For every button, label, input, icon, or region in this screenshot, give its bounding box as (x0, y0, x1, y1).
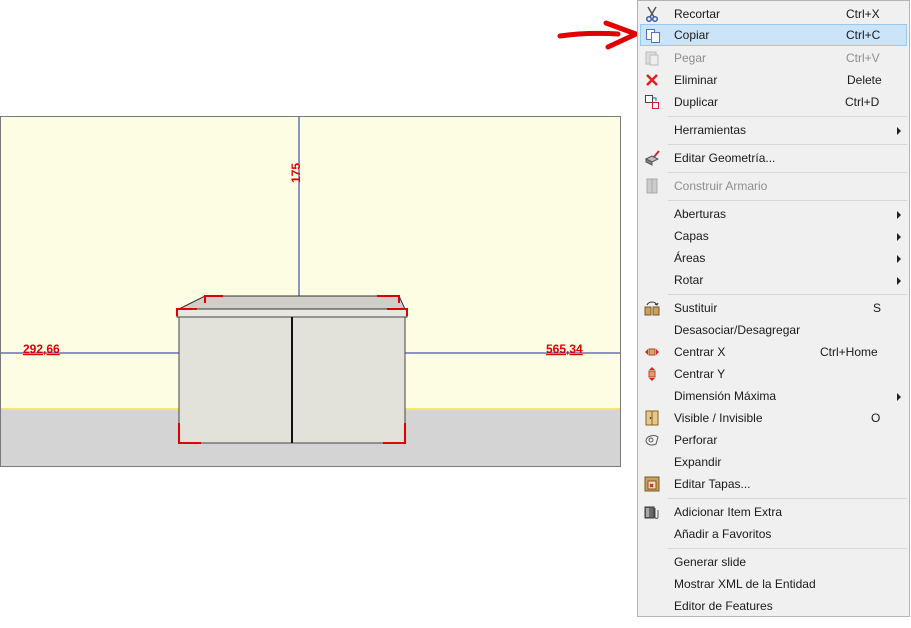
substitute-icon (644, 301, 660, 316)
menu-item-shortcut: O (871, 411, 881, 425)
menu-item-desasociar[interactable]: Desasociar/Desagregar (640, 319, 907, 341)
menu-item-rotar[interactable]: Rotar (640, 269, 907, 291)
menu-item-label: Aberturas (674, 207, 727, 221)
menu-item-mostrar-xml[interactable]: Mostrar XML de la Entidad (640, 573, 907, 595)
context-menu: Recortar Ctrl+X Copiar Ctrl+C Pegar Ctrl… (637, 0, 910, 617)
menu-item-label: Editar Geometría... (674, 151, 776, 165)
menu-item-label: Sustituir (674, 301, 718, 315)
menu-item-dimension-maxima[interactable]: Dimensión Máxima (640, 385, 907, 407)
menu-item-label: Generar slide (674, 555, 747, 569)
menu-item-editar-geometria[interactable]: Editar Geometría... (640, 147, 907, 169)
menu-item-generar-slide[interactable]: Generar slide (640, 551, 907, 573)
center-x-icon (645, 348, 659, 356)
menu-item-label: Eliminar (674, 73, 718, 87)
menu-item-duplicar[interactable]: Duplicar Ctrl+D (640, 91, 907, 113)
menu-item-capas[interactable]: Capas (640, 225, 907, 247)
dimension-label-left: 292,66 (23, 342, 60, 356)
menu-item-label: Centrar Y (674, 367, 726, 381)
edit-geometry-icon (644, 150, 660, 166)
dimension-label-top: 175 (289, 163, 303, 183)
visibility-door-icon (645, 410, 659, 426)
menu-item-centrar-y[interactable]: Centrar Y (640, 363, 907, 385)
submenu-arrow-icon (897, 255, 901, 263)
menu-item-anadir-favoritos[interactable]: Añadir a Favoritos (640, 523, 907, 545)
menu-item-label: Mostrar XML de la Entidad (674, 577, 816, 591)
scissors-icon (645, 6, 659, 22)
drill-icon (645, 435, 659, 446)
submenu-arrow-icon (897, 233, 901, 241)
cabinet-door-right (291, 316, 406, 444)
menu-separator (668, 172, 907, 173)
scene-canvas: 292,66 565,34 175 (1, 117, 620, 466)
menu-item-label: Perforar (674, 433, 718, 447)
menu-item-label: Pegar (674, 51, 707, 65)
cabinet-top-edge (176, 308, 408, 318)
menu-item-visible-invisible[interactable]: Visible / Invisible O (640, 407, 907, 429)
menu-separator (668, 294, 907, 295)
delete-x-icon (646, 74, 658, 86)
menu-item-label: Visible / Invisible (674, 411, 763, 425)
menu-item-copiar[interactable]: Copiar Ctrl+C (640, 24, 907, 46)
menu-item-centrar-x[interactable]: Centrar X Ctrl+Home (640, 341, 907, 363)
menu-item-sustituir[interactable]: Sustituir S (640, 297, 907, 319)
menu-item-recortar[interactable]: Recortar Ctrl+X (640, 3, 907, 25)
menu-item-label: Desasociar/Desagregar (674, 323, 801, 337)
menu-item-label: Áreas (674, 251, 706, 265)
menu-item-label: Añadir a Favoritos (674, 527, 772, 541)
add-extra-item-icon (644, 506, 659, 519)
menu-item-label: Capas (674, 229, 709, 243)
edit-covers-icon (644, 476, 660, 492)
menu-item-shortcut: Ctrl+D (845, 95, 880, 109)
submenu-arrow-icon (897, 393, 901, 401)
menu-item-shortcut: Delete (847, 73, 882, 87)
menu-item-expandir[interactable]: Expandir (640, 451, 907, 473)
menu-item-label: Construir Armario (674, 179, 768, 193)
cabinet-top (178, 295, 406, 310)
3d-viewport[interactable]: 292,66 565,34 175 (0, 116, 621, 467)
menu-item-shortcut: Ctrl+X (846, 7, 880, 21)
paste-icon (645, 51, 659, 66)
cabinet-model (176, 295, 408, 444)
menu-item-label: Duplicar (674, 95, 719, 109)
menu-item-label: Copiar (674, 28, 710, 42)
menu-item-shortcut: S (873, 301, 882, 315)
menu-separator (668, 144, 907, 145)
submenu-arrow-icon (897, 211, 901, 219)
menu-item-label: Expandir (674, 455, 722, 469)
menu-item-areas[interactable]: Áreas (640, 247, 907, 269)
menu-separator (668, 548, 907, 549)
dimension-label-right: 565,34 (546, 342, 583, 356)
menu-item-label: Dimensión Máxima (674, 389, 777, 403)
copy-icon (646, 29, 660, 43)
submenu-arrow-icon (897, 277, 901, 285)
menu-item-aberturas[interactable]: Aberturas (640, 203, 907, 225)
menu-item-editar-tapas[interactable]: Editar Tapas... (640, 473, 907, 495)
menu-item-herramientas[interactable]: Herramientas (640, 119, 907, 141)
menu-item-label: Herramientas (674, 123, 747, 137)
menu-item-label: Centrar X (674, 345, 726, 359)
menu-item-pegar[interactable]: Pegar Ctrl+V (640, 47, 907, 69)
build-wardrobe-icon (646, 178, 658, 194)
menu-item-label: Recortar (674, 7, 721, 21)
cabinet-door-left (178, 316, 293, 444)
menu-item-label: Editor de Features (674, 599, 773, 613)
menu-item-label: Editar Tapas... (674, 477, 751, 491)
menu-separator (668, 498, 907, 499)
menu-separator (668, 200, 907, 201)
duplicate-icon (645, 95, 659, 109)
menu-item-eliminar[interactable]: Eliminar Delete (640, 69, 907, 91)
menu-item-perforar[interactable]: Perforar (640, 429, 907, 451)
submenu-arrow-icon (897, 127, 901, 135)
center-y-icon (648, 367, 656, 381)
menu-item-label: Adicionar Item Extra (674, 505, 783, 519)
red-pointer-arrow (557, 20, 639, 50)
menu-separator (668, 116, 907, 117)
menu-item-construir-armario[interactable]: Construir Armario (640, 175, 907, 197)
menu-item-adicionar-item-extra[interactable]: Adicionar Item Extra (640, 501, 907, 523)
menu-item-shortcut: Ctrl+V (846, 51, 880, 65)
menu-item-label: Rotar (674, 273, 704, 287)
menu-item-shortcut: Ctrl+Home (820, 345, 878, 359)
menu-item-editor-features[interactable]: Editor de Features (640, 595, 907, 617)
menu-item-shortcut: Ctrl+C (846, 28, 881, 42)
